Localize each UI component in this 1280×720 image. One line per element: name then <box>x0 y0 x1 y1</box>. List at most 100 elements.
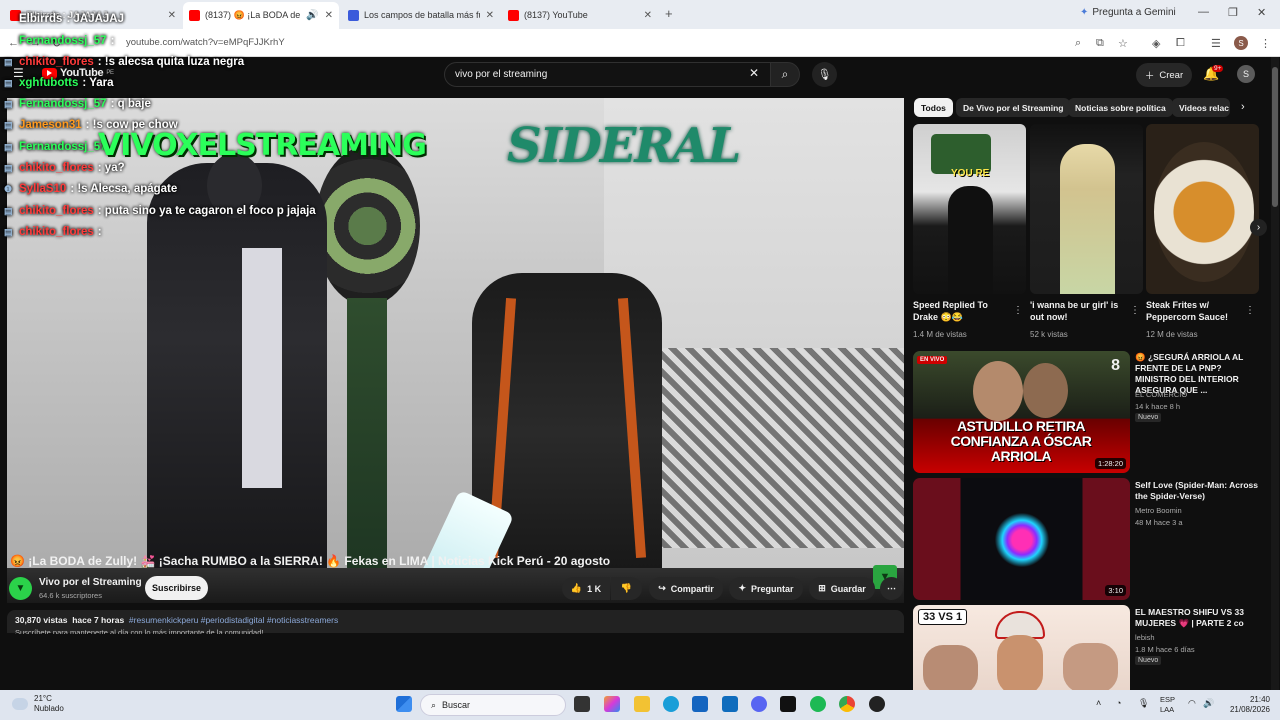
dislike-button[interactable]: 👎 <box>611 577 642 600</box>
short-menu-icon[interactable]: ⋮ <box>1130 305 1140 316</box>
profile-avatar[interactable]: S <box>1234 36 1248 50</box>
clear-search-icon[interactable]: ✕ <box>749 66 759 80</box>
share-button[interactable]: ↪ Compartir <box>649 577 723 600</box>
reading-list-icon[interactable]: ☰ <box>1211 37 1221 50</box>
network-icon[interactable]: ◔ <box>1116 698 1121 708</box>
short-title-2[interactable]: 'i wanna be ur girl' is out now! <box>1030 299 1130 323</box>
chat-message: ▤ xghfubotts: Yara <box>4 74 114 92</box>
puzzle-extensions-icon[interactable]: ⧠ <box>1176 37 1185 50</box>
like-button[interactable]: 👍 1 K <box>562 577 610 600</box>
windows-start-icon[interactable] <box>396 696 412 712</box>
chat-badge-icon: ▤ <box>4 78 13 88</box>
description-preview: Suscríbete para mantenerte al día con lo… <box>15 628 264 634</box>
save-button[interactable]: ⊞ Guardar <box>809 577 875 600</box>
gemini-button[interactable]: ✦ Pregunta a Gemini <box>1080 7 1176 18</box>
short-thumb-1[interactable]: YOU RE <box>913 124 1026 294</box>
chat-username: Elbirrds <box>19 13 63 25</box>
chat-text: : JAJAJAJ <box>66 13 124 25</box>
short-thumb-figure <box>948 186 993 294</box>
short-menu-icon[interactable]: ⋮ <box>1245 305 1255 316</box>
related-channel-1[interactable]: EL COMERCIO <box>1135 389 1187 400</box>
channel-avatar[interactable]: ▼ <box>9 577 32 600</box>
chip-de-vivo[interactable]: De Vivo por el Streaming <box>956 98 1071 117</box>
browser-menu-icon[interactable]: ⋮ <box>1260 37 1271 50</box>
windows-taskbar: 21°C Nublado ⌕ Buscar ˄ ◔ 🎙 ESP LAA ◠ 🔊 … <box>0 690 1280 720</box>
short-thumb-2[interactable] <box>1030 124 1143 294</box>
close-window-icon[interactable]: ✕ <box>1257 6 1266 19</box>
chrome-icon[interactable] <box>839 696 855 712</box>
clock-date: 21/08/2026 <box>1229 705 1270 714</box>
weather-widget[interactable]: 21°C Nublado <box>12 694 64 714</box>
chat-message: ▤ chikito_flores: <box>4 223 102 241</box>
taskbar-search[interactable]: ⌕ Buscar <box>420 694 566 716</box>
tray-expand-icon[interactable]: ˄ <box>1096 698 1101 708</box>
minimize-icon[interactable]: — <box>1198 6 1209 18</box>
channel-name[interactable]: Vivo por el Streaming <box>39 577 142 588</box>
description-tags[interactable]: #resumenkickperu #periodistadigital #not… <box>129 615 338 625</box>
plus-icon: ＋ <box>1144 71 1155 82</box>
close-tab-icon[interactable]: ✕ <box>644 10 652 21</box>
zoom-icon[interactable]: ⌕ <box>1075 37 1081 50</box>
edge-browser-icon[interactable] <box>663 696 679 712</box>
chat-badge-icon: ▤ <box>4 206 13 216</box>
video-duration: 1:28:20 <box>1094 458 1126 469</box>
maximize-icon[interactable]: ❐ <box>1228 6 1238 19</box>
volume-icon[interactable]: 🔊 <box>1203 698 1214 709</box>
app-icon[interactable] <box>869 696 885 712</box>
short-menu-icon[interactable]: ⋮ <box>1013 305 1023 316</box>
new-tab-icon[interactable]: + <box>665 6 673 21</box>
related-channel-3[interactable]: lebish <box>1135 632 1155 643</box>
task-view-icon[interactable] <box>574 696 590 712</box>
chip-politica[interactable]: Noticias sobre política <box>1068 98 1173 117</box>
language-indicator[interactable]: ESP LAA <box>1160 695 1175 715</box>
chat-text: : !s Alecsa, apágate <box>70 183 178 195</box>
chips-next-icon[interactable]: › <box>1241 101 1245 113</box>
terminal-icon[interactable] <box>780 696 796 712</box>
related-channel-2[interactable]: Metro Boomin <box>1135 505 1182 516</box>
microphone-icon[interactable]: 🎙 <box>1138 698 1149 709</box>
chat-username: Fernandossj_57 <box>19 35 107 47</box>
related-title-2[interactable]: Self Love (Spider-Man: Across the Spider… <box>1135 480 1265 502</box>
short-thumb-3[interactable] <box>1146 124 1259 294</box>
chip-todos[interactable]: Todos <box>914 98 953 117</box>
system-clock[interactable]: 21:40 21/08/2026 <box>1218 695 1270 715</box>
related-thumb-2[interactable]: 3:10 <box>913 478 1130 600</box>
search-icon: ⌕ <box>431 699 437 710</box>
chip-relacionados[interactable]: Videos relac <box>1172 98 1230 117</box>
page-scrollbar[interactable] <box>1271 57 1279 690</box>
related-thumb-1[interactable]: EN VIVO 8 ASTUDILLO RETIRA CONFIANZA A Ó… <box>913 351 1130 473</box>
chat-badge-icon <box>4 36 14 46</box>
create-button[interactable]: ＋ Crear <box>1136 63 1192 87</box>
bookmark-star-icon[interactable]: ☆ <box>1118 37 1128 50</box>
related-thumb-3[interactable]: 33 VS 1 <box>913 605 1130 690</box>
description-meta: 30,870 vistas hace 7 horas #resumenkickp… <box>15 615 338 634</box>
store-icon[interactable] <box>692 696 708 712</box>
scrollbar-thumb[interactable] <box>1272 67 1278 207</box>
file-explorer-icon[interactable] <box>634 696 650 712</box>
search-icon: ⌕ <box>781 67 789 81</box>
short-title-1[interactable]: Speed Replied To Drake 😳😂 <box>913 299 1013 323</box>
gemini-label: Pregunta a Gemini <box>1092 7 1176 18</box>
install-app-icon[interactable]: ⧉ <box>1096 37 1104 50</box>
voice-search-button[interactable]: 🎙 <box>812 62 837 87</box>
related-title-3[interactable]: EL MAESTRO SHIFU VS 33 MUJERES 💗 | PARTE… <box>1135 607 1265 629</box>
copilot-icon[interactable] <box>604 696 620 712</box>
search-button[interactable]: ⌕ <box>770 62 800 87</box>
more-horizontal-icon: ⋯ <box>887 583 896 593</box>
short-thumb-figure <box>1060 144 1115 294</box>
thumb-face <box>973 361 1023 421</box>
account-avatar[interactable]: S <box>1237 65 1255 83</box>
spotify-icon[interactable] <box>810 696 826 712</box>
short-title-3[interactable]: Steak Frites w/ Peppercorn Sauce! <box>1146 299 1246 323</box>
discord-icon[interactable] <box>751 696 767 712</box>
shorts-next-icon[interactable]: › <box>1250 219 1267 236</box>
ask-button[interactable]: ✦ Preguntar <box>729 577 803 600</box>
outlook-icon[interactable] <box>722 696 738 712</box>
subscribe-button[interactable]: Suscribirse <box>145 576 208 600</box>
more-actions-button[interactable]: ⋯ <box>880 577 903 600</box>
thumb-face <box>1063 643 1118 690</box>
wifi-icon[interactable]: ◠ <box>1188 698 1196 709</box>
extension-icon[interactable]: ◈ <box>1152 37 1160 50</box>
scene-bed <box>647 348 904 548</box>
channel-corner-logo: 8 <box>1111 357 1120 374</box>
